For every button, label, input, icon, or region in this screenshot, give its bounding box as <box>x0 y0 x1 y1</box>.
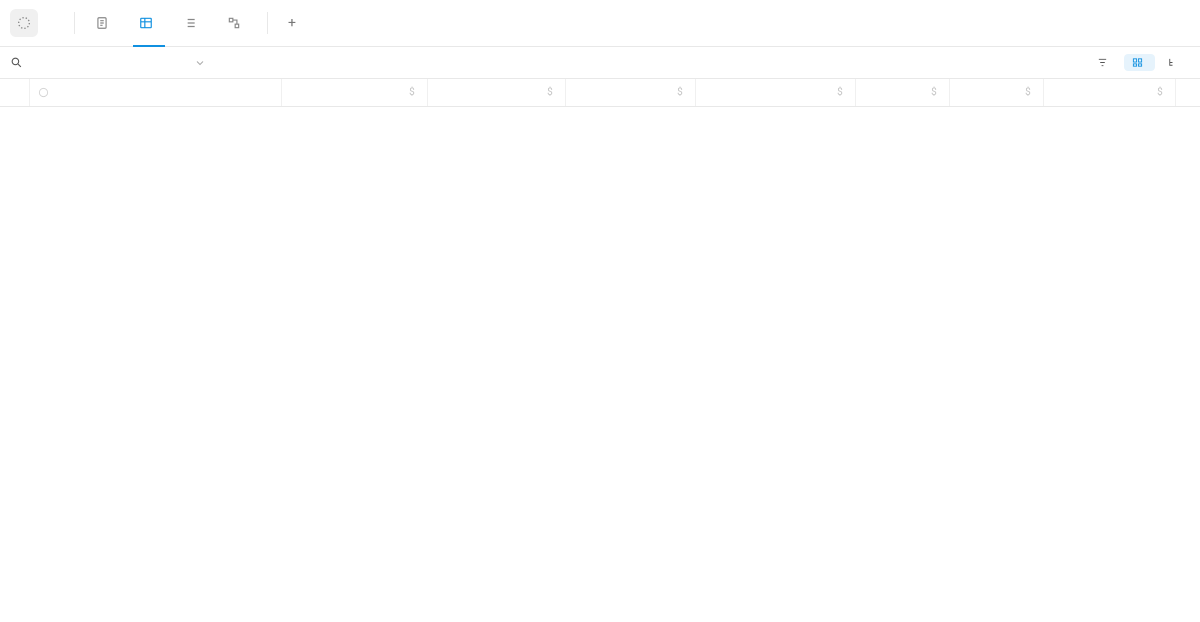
dollar-icon: $ <box>547 87 553 98</box>
group-icon <box>1132 57 1143 68</box>
dollar-icon: $ <box>677 87 683 98</box>
tab-approval-process[interactable] <box>215 0 259 47</box>
col-task-name[interactable] <box>30 79 282 106</box>
search-wrap <box>10 56 220 70</box>
col-profit[interactable]: $ <box>1044 79 1176 106</box>
col-net[interactable]: $ <box>950 79 1044 106</box>
table-icon <box>139 16 153 30</box>
tab-getting-started[interactable] <box>83 0 127 47</box>
divider <box>267 12 268 34</box>
divider <box>74 12 75 34</box>
filter-button[interactable] <box>1089 54 1120 71</box>
dollar-icon: $ <box>837 87 843 98</box>
doc-icon <box>95 16 109 30</box>
toolbar <box>0 47 1200 79</box>
process-icon <box>227 16 241 30</box>
list-icon <box>183 16 197 30</box>
add-view-button[interactable]: + <box>276 15 314 31</box>
top-bar: + <box>0 0 1200 47</box>
col-admin[interactable]: $ <box>696 79 856 106</box>
tab-financial-statements[interactable] <box>171 0 215 47</box>
dollar-icon: $ <box>931 87 937 98</box>
app-icon <box>10 9 38 37</box>
column-headers: $ $ $ $ $ $ $ <box>0 79 1200 107</box>
tab-spreadsheet[interactable] <box>127 0 171 47</box>
filter-icon <box>1097 57 1108 68</box>
dollar-icon: $ <box>1025 87 1031 98</box>
group-by-button[interactable] <box>1124 54 1155 71</box>
dollar-icon: $ <box>1157 87 1163 98</box>
col-gross[interactable]: $ <box>856 79 950 106</box>
circle-icon <box>38 87 49 98</box>
col-selling[interactable]: $ <box>566 79 696 106</box>
chevron-down-icon[interactable] <box>194 57 206 69</box>
search-icon <box>10 56 23 69</box>
col-cogs[interactable]: $ <box>428 79 566 106</box>
plus-icon: + <box>288 15 296 31</box>
col-hash[interactable] <box>0 79 30 106</box>
col-returns[interactable]: $ <box>282 79 428 106</box>
search-input[interactable] <box>29 56 169 70</box>
subtask-icon <box>1167 57 1178 68</box>
dollar-icon: $ <box>409 87 415 98</box>
hiding-subtasks-button[interactable] <box>1159 54 1190 71</box>
